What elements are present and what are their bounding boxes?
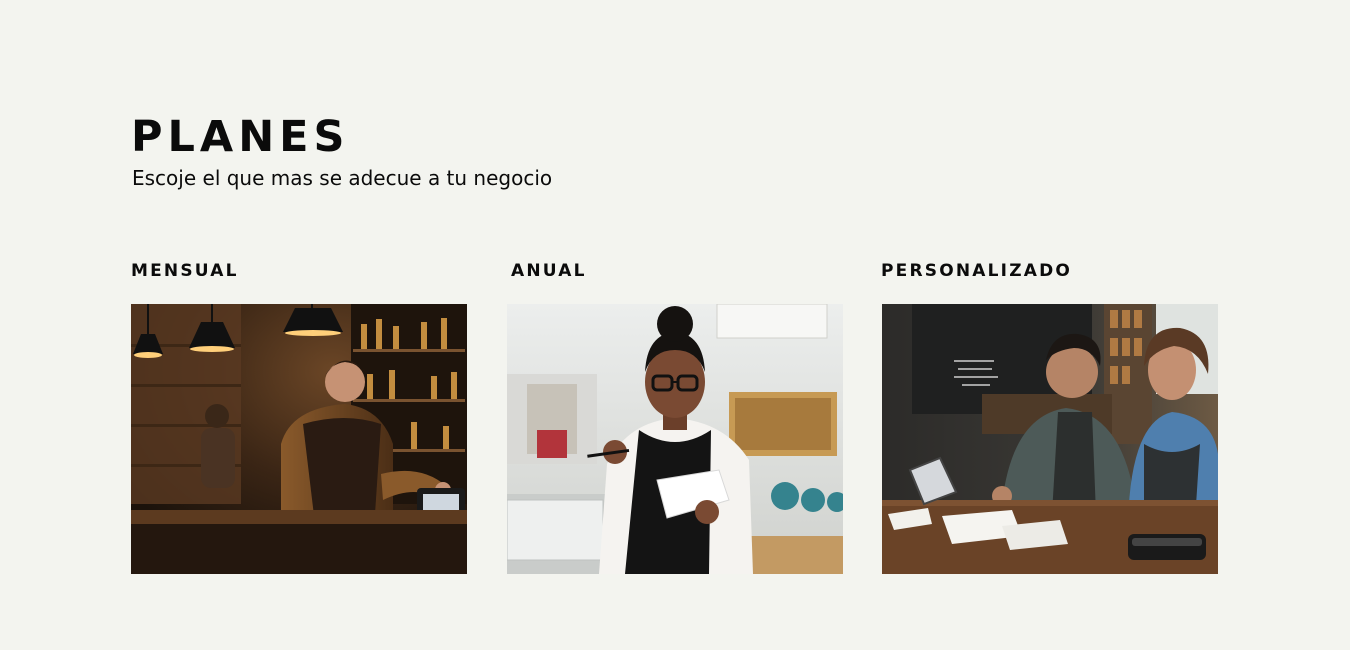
plan-title: PERSONALIZADO: [881, 261, 1073, 281]
page-subtitle: Escoje el que mas se adecue a tu negocio: [132, 166, 553, 190]
plan-title: MENSUAL: [131, 261, 239, 281]
plan-card-personalizado[interactable]: PERSONALIZADO: [881, 259, 1218, 574]
plan-photo-personalizado[interactable]: [882, 304, 1218, 574]
plan-card-mensual[interactable]: MENSUAL: [131, 259, 467, 574]
bartender-photo: [131, 304, 467, 574]
plan-card-anual[interactable]: ANUAL: [507, 259, 843, 574]
section-header: PLANES Escoje el que mas se adecue a tu …: [131, 112, 552, 192]
plan-photo-mensual[interactable]: [131, 304, 467, 574]
page-title: PLANES: [131, 112, 350, 162]
plan-photo-anual[interactable]: [507, 304, 843, 574]
business-owners-photo: [882, 304, 1218, 574]
waitress-photo: [507, 304, 843, 574]
plan-title: ANUAL: [511, 261, 587, 281]
